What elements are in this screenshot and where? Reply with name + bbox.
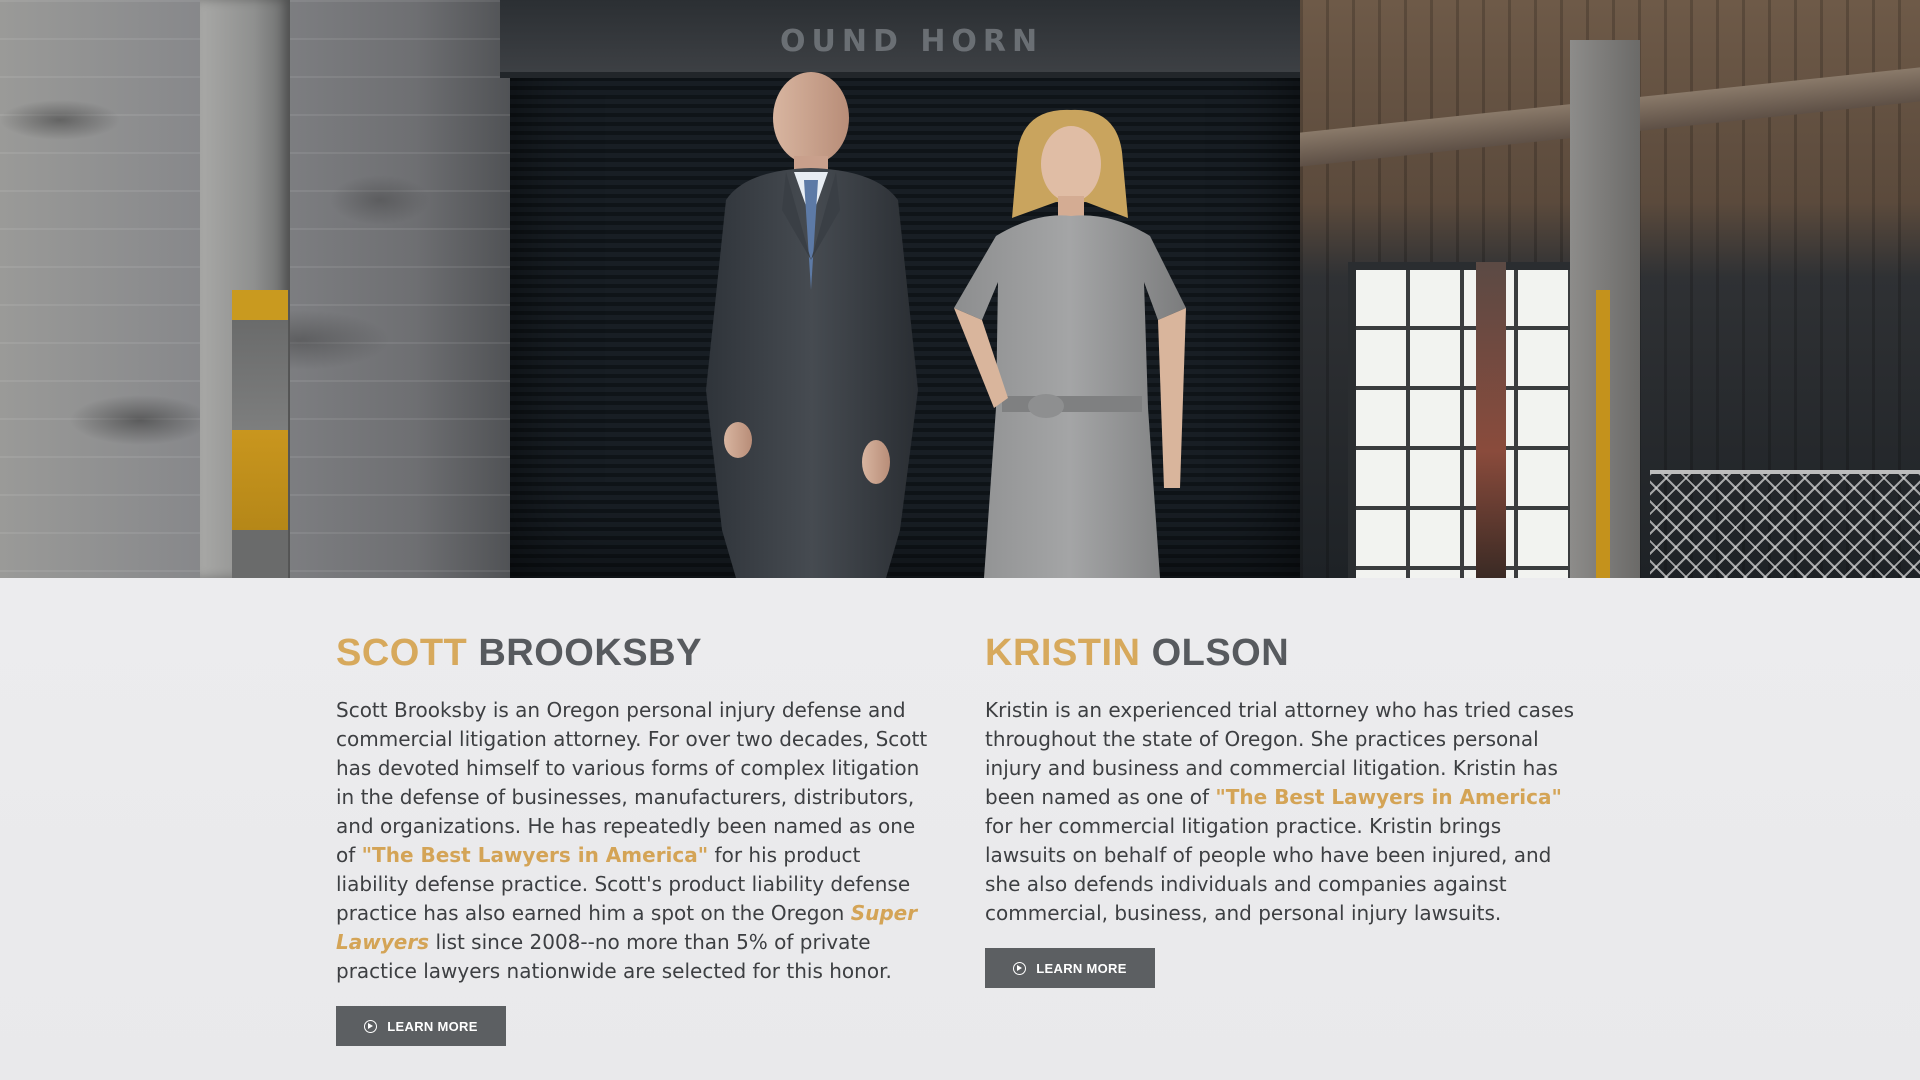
attorney-last-name: OLSON: [1151, 632, 1290, 674]
attorney-bio: Scott Brooksby is an Oregon personal inj…: [336, 696, 936, 986]
garage-sign-text: OUND HORN: [780, 24, 1044, 59]
best-lawyers-link[interactable]: "The Best Lawyers in America": [362, 843, 709, 867]
circle-arrow-right-icon: [1013, 961, 1027, 975]
attorney-card-kristin: KRISTIN OLSON Kristin is an experienced …: [985, 578, 1585, 988]
button-label: LEARN MORE: [387, 1018, 478, 1034]
yellow-stripe-right: [1596, 290, 1610, 578]
bio-text: Scott Brooksby is an Oregon personal inj…: [336, 698, 928, 867]
chain-link-fence: [1650, 470, 1920, 578]
learn-more-button-kristin[interactable]: LEARN MORE: [985, 948, 1155, 988]
man-figure: [706, 72, 918, 578]
best-lawyers-link[interactable]: "The Best Lawyers in America": [1215, 785, 1562, 809]
attorney-first-name: SCOTT: [336, 632, 468, 674]
woman-figure: [954, 109, 1186, 578]
bio-text: for her commercial litigation practice. …: [985, 814, 1552, 925]
attorney-name: KRISTIN OLSON: [985, 630, 1585, 676]
learn-more-button-scott[interactable]: LEARN MORE: [336, 1006, 506, 1046]
attorney-name: SCOTT BROOKSBY: [336, 630, 936, 676]
attorney-card-scott: SCOTT BROOKSBY Scott Brooksby is an Oreg…: [336, 578, 936, 1046]
attorney-last-name: BROOKSBY: [478, 632, 702, 674]
hero-photo: OUND HORN: [0, 0, 1920, 578]
warehouse-window: [1348, 262, 1584, 578]
circle-arrow-right-icon: [364, 1019, 378, 1033]
attorney-bio: Kristin is an experienced trial attorney…: [985, 696, 1585, 928]
window-post: [1476, 262, 1506, 578]
button-label: LEARN MORE: [1036, 960, 1127, 976]
yellow-stripe: [232, 290, 288, 578]
attorneys-section: SCOTT BROOKSBY Scott Brooksby is an Oreg…: [0, 578, 1920, 1080]
attorney-first-name: KRISTIN: [985, 632, 1141, 674]
